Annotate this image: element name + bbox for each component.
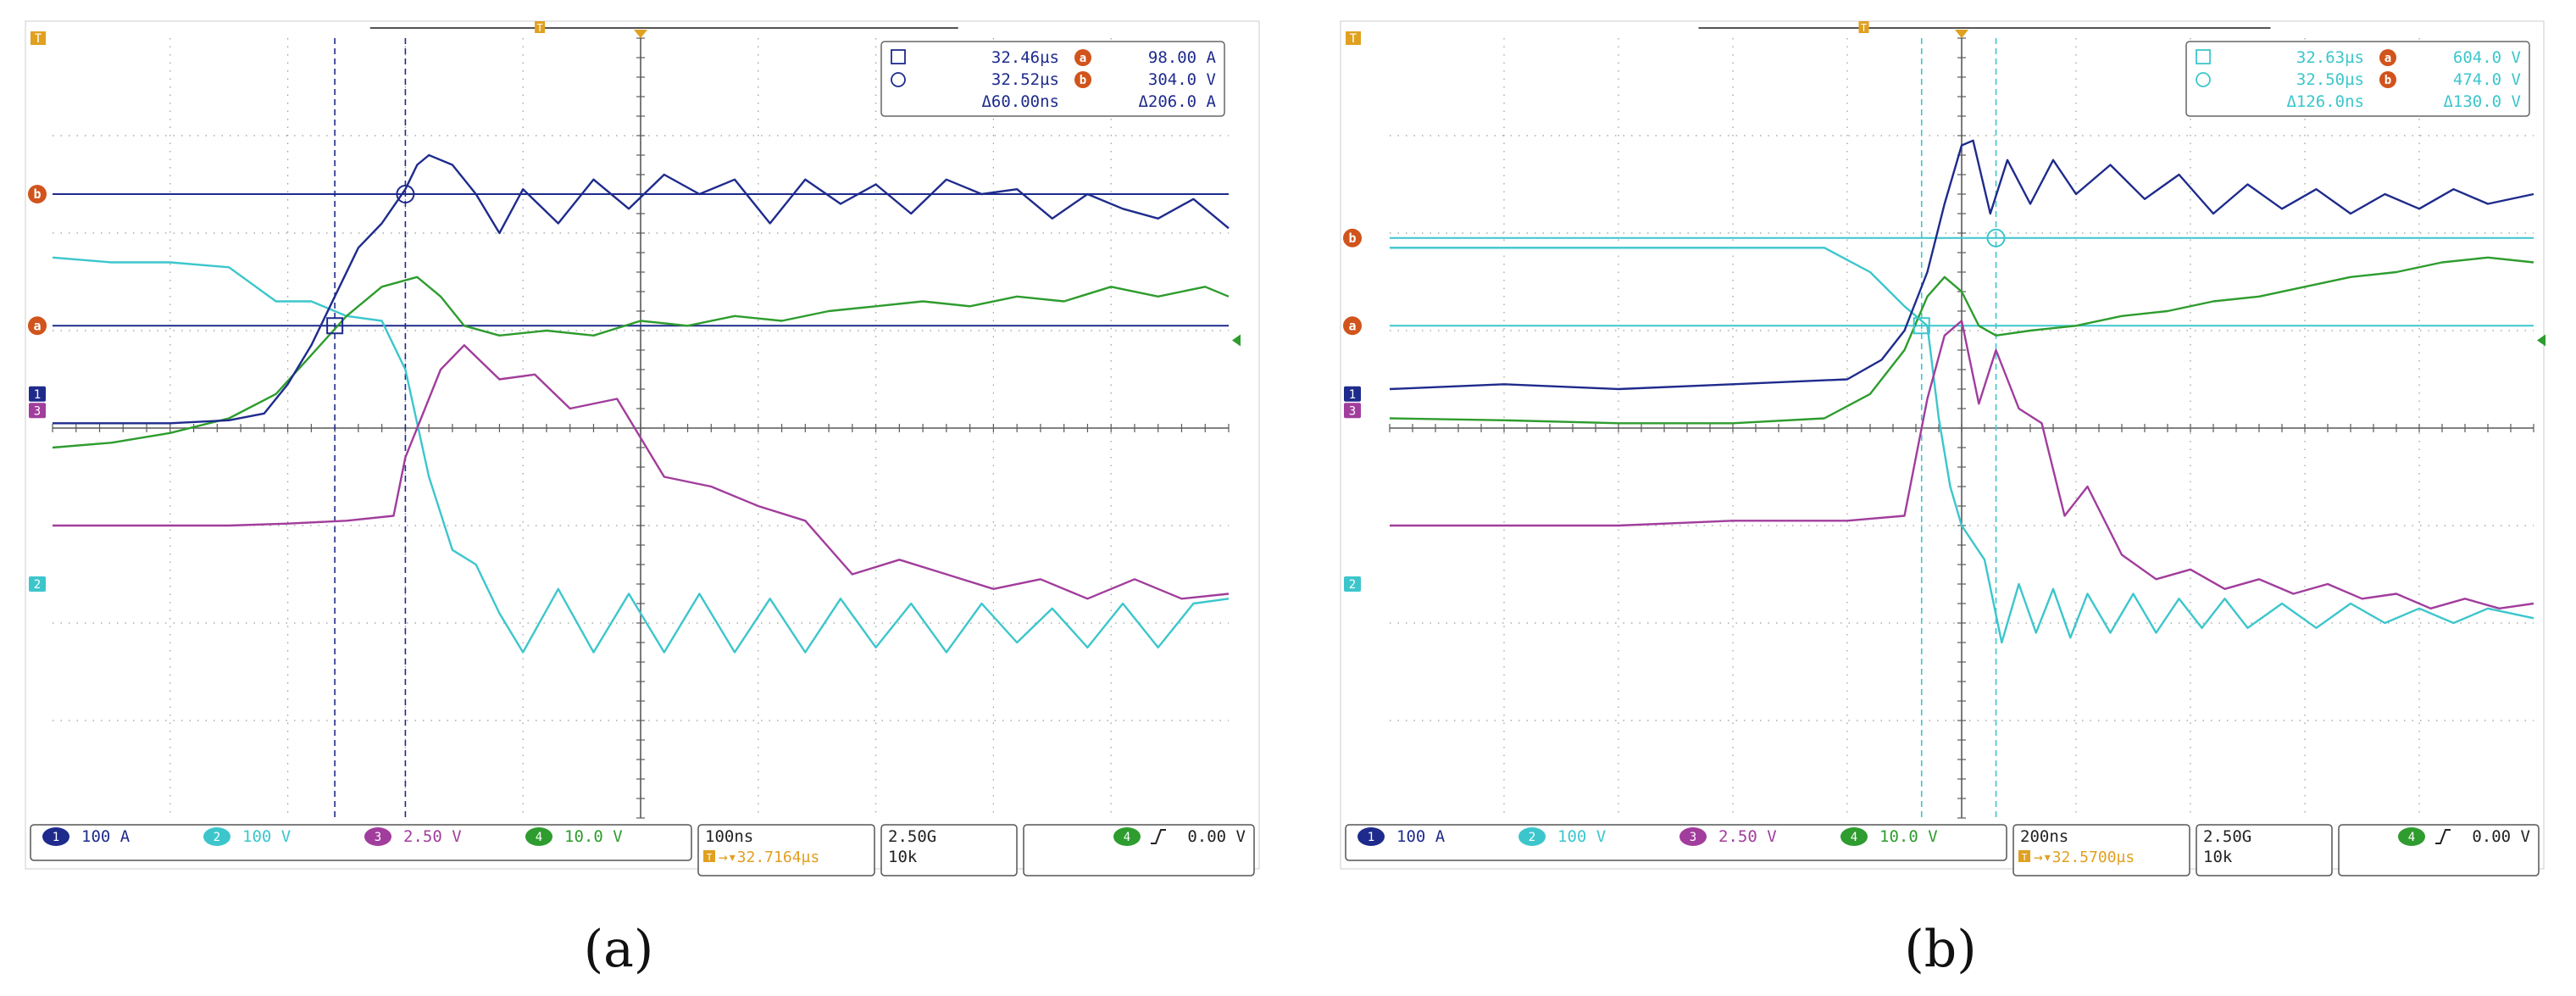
readout-dt: Δ126.0ns	[2286, 92, 2364, 111]
trigger-position: →▾32.7164µs	[719, 849, 819, 866]
ch2-scale: 100 V	[242, 827, 291, 846]
ch4-scale: 10.0 V	[1879, 827, 1938, 846]
trigger-pos-icon-label: T	[2022, 852, 2028, 863]
ch2-scale-badge-label: 2	[214, 831, 220, 844]
cursor-a-badge-label: a	[33, 318, 41, 333]
trigger-level-label: T	[35, 32, 42, 46]
trigger-level: 0.00 V	[2472, 827, 2530, 846]
trigger-source: 4	[1124, 831, 1130, 844]
readout-b-value: 474.0 V	[2453, 70, 2521, 89]
trigger-source: 4	[2408, 831, 2415, 844]
ch1-scale-badge-label: 1	[53, 831, 59, 844]
readout-dt: Δ60.00ns	[981, 92, 1059, 111]
readout-a-value: 604.0 V	[2453, 48, 2521, 67]
ch3-scale-badge-label: 3	[375, 831, 381, 844]
ch1-scale: 100 A	[81, 827, 130, 846]
record-trigger-label: T	[1861, 22, 1867, 34]
ch1-ground-label: 1	[1349, 388, 1356, 402]
record-length: 10k	[888, 848, 918, 866]
trigger-pos-icon-label: T	[707, 852, 713, 863]
cursor-readout: 32.46µs 32.52µs Δ60.00ns ab 98.00 A 304.0 V Δ2…	[880, 41, 1225, 117]
ch2-scale-badge-label: 2	[1529, 831, 1535, 844]
trigger-position: →▾32.5700µs	[2034, 849, 2135, 866]
readout-a-value: 98.00 A	[1148, 48, 1217, 67]
readout-d-value: Δ130.0 V	[2443, 92, 2521, 111]
cursor-b-badge-label: b	[1348, 231, 1356, 246]
readout-a-label: a	[2384, 52, 2391, 65]
scope-panel-b: TTab13232.63µs32.50µsΔ126.0nsab604.0 V47…	[1340, 20, 2545, 876]
ch1-scale: 100 A	[1396, 827, 1446, 846]
ch3-scale: 2.50 V	[1718, 827, 1777, 846]
record-trigger-label: T	[536, 22, 542, 34]
record-length: 10k	[2203, 848, 2233, 866]
ch3-scale-badge-label: 3	[1690, 831, 1696, 844]
cursor-readout: 32.63µs 32.50µs Δ126.0ns ab 604.0 V 474.0 V Δ1…	[2185, 41, 2530, 117]
subfigure-label-b: (b)	[1904, 920, 1976, 979]
readout-b-label: b	[1080, 74, 1086, 87]
readout-d-value: Δ206.0 A	[1138, 92, 1216, 111]
sample-rate: 2.50G	[2203, 827, 2251, 846]
ch3-scale: 2.50 V	[403, 827, 462, 846]
trigger-level: 0.00 V	[1187, 827, 1246, 846]
ch2-scale: 100 V	[1557, 827, 1606, 846]
subfigure-label-a: (a)	[584, 920, 654, 979]
timebase-value: 100ns	[705, 827, 753, 846]
ch3-ground-label: 3	[1349, 404, 1356, 418]
scope-frame	[25, 20, 1260, 870]
readout-t2: 32.50µs	[2296, 70, 2364, 89]
ch4-scale-badge-label: 4	[536, 831, 542, 844]
scope-frame	[1340, 20, 2545, 870]
readout-t1: 32.46µs	[991, 48, 1059, 67]
readout-t1: 32.63µs	[2296, 48, 2364, 67]
ch1-ground-label: 1	[34, 388, 41, 402]
ch4-scale: 10.0 V	[564, 827, 623, 846]
cursor-b-badge-label: b	[33, 186, 41, 202]
scope-panel-a: TTab13232.46µs32.52µsΔ60.00nsab98.00 A30…	[25, 20, 1260, 876]
oscilloscope-figure: TTab13232.46µs32.52µsΔ60.00nsab98.00 A30…	[25, 20, 2545, 979]
sample-rate: 2.50G	[888, 827, 936, 846]
ch4-scale-badge-label: 4	[1851, 831, 1857, 844]
ch1-scale-badge-label: 1	[1368, 831, 1374, 844]
readout-b-value: 304.0 V	[1148, 70, 1216, 89]
cursor-a-badge-label: a	[1348, 318, 1356, 333]
ch2-ground-label: 2	[1349, 578, 1356, 592]
trigger-level-label: T	[1350, 32, 1357, 46]
readout-a-label: a	[1080, 52, 1086, 65]
ch3-ground-label: 3	[34, 404, 41, 418]
ch2-ground-label: 2	[34, 578, 41, 592]
readout-b-label: b	[2384, 74, 2391, 87]
readout-t2: 32.52µs	[991, 70, 1059, 89]
timebase-value: 200ns	[2020, 827, 2068, 846]
